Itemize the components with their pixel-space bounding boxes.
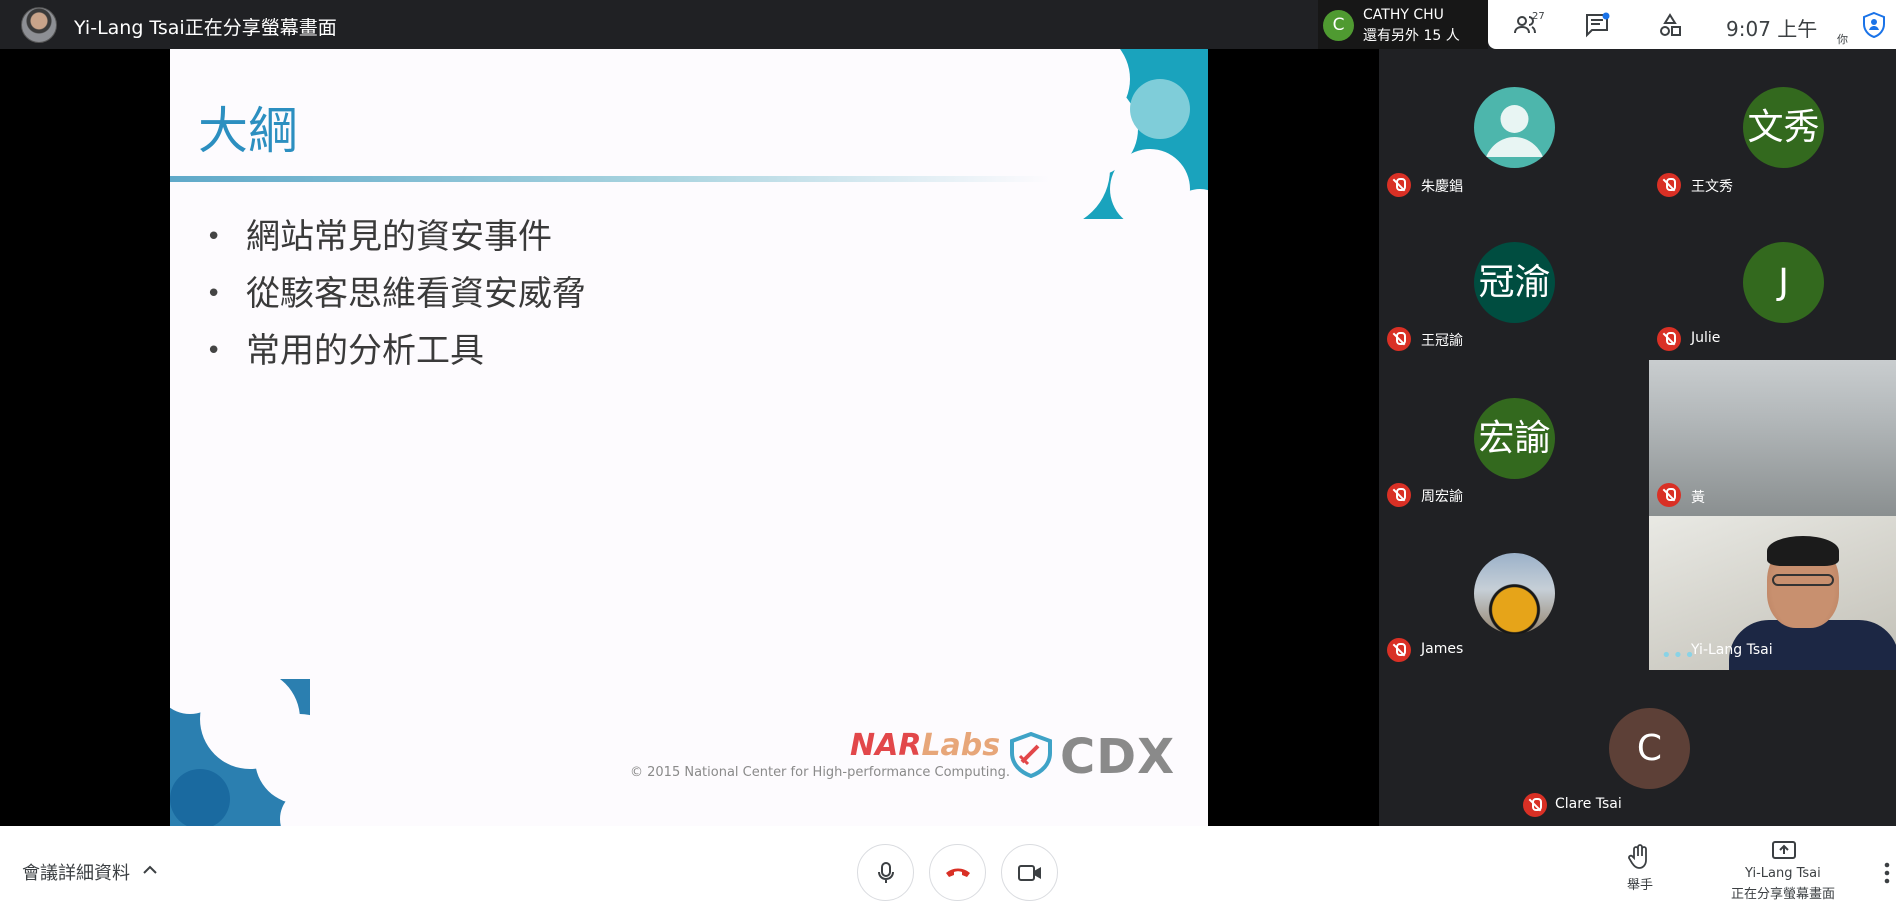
- more-participants-count: 還有另外 15 人: [1363, 28, 1460, 44]
- participant-photo-avatar: [1474, 553, 1555, 634]
- copyright-notice: © 2015 National Center for High-performa…: [630, 765, 1011, 780]
- mic-off-icon: [1523, 793, 1547, 817]
- cdx-logo: CDX: [1060, 729, 1176, 785]
- meeting-details-button[interactable]: 會議詳細資料: [22, 859, 130, 885]
- mic-off-icon: [1657, 327, 1681, 351]
- people-count: 27: [1532, 11, 1545, 22]
- presenter-title: Yi-Lang Tsai正在分享螢幕畫面: [74, 17, 337, 39]
- microphone-icon: [878, 862, 894, 883]
- presenting-name[interactable]: Yi-Lang Tsai: [1745, 866, 1821, 881]
- participant-avatar: 宏諭: [1474, 398, 1555, 479]
- participant-name: Clare Tsai: [1555, 796, 1622, 812]
- cdx-shield-icon: [1010, 732, 1052, 778]
- participant-tile[interactable]: 朱慶錩: [1379, 49, 1648, 205]
- mic-off-icon: [1657, 483, 1681, 507]
- participant-name: James: [1421, 641, 1464, 657]
- participant-name: 周宏諭: [1421, 489, 1463, 505]
- participant-name: 朱慶錩: [1421, 179, 1463, 195]
- bottom-bar: 會議詳細資料 舉手 Yi-Lang Tsai 正在分享螢幕畫面: [0, 826, 1896, 919]
- more-options-icon[interactable]: [1884, 862, 1890, 884]
- self-label: 你: [1837, 33, 1848, 46]
- mic-off-icon: [1387, 327, 1411, 351]
- host-controls-icon[interactable]: [1860, 11, 1888, 39]
- mic-off-icon: [1387, 173, 1411, 197]
- mic-off-icon: [1387, 638, 1411, 662]
- participant-avatar: J: [1743, 242, 1824, 323]
- participant-video[interactable]: [1649, 360, 1896, 516]
- sharer-avatar: C: [1323, 10, 1354, 41]
- participant-name: Yi-Lang Tsai: [1691, 642, 1773, 658]
- title-divider: [170, 176, 1050, 182]
- participant-avatar: C: [1609, 708, 1690, 789]
- participant-tile[interactable]: 冠渝 王冠諭: [1379, 204, 1648, 360]
- presenter-avatar: [21, 7, 57, 43]
- bullet-item: 從駭客思維看資安威脅: [206, 266, 586, 323]
- top-right-panel: [1488, 0, 1896, 49]
- slide-title: 大綱: [198, 102, 298, 160]
- presenter-hair: [1767, 536, 1839, 566]
- participant-name: Julie: [1691, 330, 1721, 346]
- mic-off-icon: [1387, 483, 1411, 507]
- participant-tile[interactable]: C Clare Tsai: [1513, 670, 1783, 826]
- end-call-button[interactable]: [929, 844, 986, 901]
- mic-off-icon: [1657, 173, 1681, 197]
- presenting-status[interactable]: 正在分享螢幕畫面: [1731, 883, 1835, 902]
- raise-hand-icon[interactable]: [1627, 844, 1651, 870]
- participant-name: 王冠諭: [1421, 333, 1463, 349]
- glasses: [1772, 574, 1834, 586]
- raise-hand-label[interactable]: 舉手: [1627, 874, 1653, 893]
- chevron-up-icon[interactable]: [141, 861, 159, 879]
- camera-icon: [1018, 865, 1041, 881]
- microphone-button[interactable]: [857, 844, 914, 901]
- participant-name: 王文秀: [1691, 179, 1733, 195]
- bullet-list: 網站常見的資安事件 從駭客思維看資安威脅 常用的分析工具: [206, 209, 586, 380]
- participant-tile[interactable]: 文秀 王文秀: [1649, 49, 1896, 205]
- cloud-decoration-bottom-left: [170, 679, 310, 826]
- activities-icon[interactable]: [1657, 12, 1683, 38]
- camera-button[interactable]: [1001, 844, 1058, 901]
- participant-avatar: 文秀: [1743, 87, 1824, 168]
- bullet-item: 常用的分析工具: [206, 323, 586, 380]
- chat-icon[interactable]: [1584, 12, 1610, 38]
- clock: 9:07 上午: [1726, 17, 1818, 41]
- participant-tile[interactable]: James: [1379, 516, 1648, 672]
- bullet-item: 網站常見的資安事件: [206, 209, 586, 266]
- participant-tile[interactable]: J Julie: [1649, 204, 1896, 360]
- narlabs-logo: NARLabs: [850, 728, 1001, 763]
- end-call-icon: [946, 868, 970, 877]
- default-avatar-icon: [1474, 87, 1555, 168]
- cloud-decoration-top-right: [1050, 49, 1208, 219]
- participant-name: 黃: [1691, 490, 1705, 506]
- present-screen-icon[interactable]: [1771, 840, 1797, 862]
- participant-tile[interactable]: 宏諭 周宏諭: [1379, 360, 1648, 516]
- shared-slide: 大綱 網站常見的資安事件 從駭客思維看資安威脅 常用的分析工具 NARLabs …: [170, 49, 1208, 826]
- sharer-name: CATHY CHU: [1363, 7, 1444, 23]
- participant-avatar: 冠渝: [1474, 242, 1555, 323]
